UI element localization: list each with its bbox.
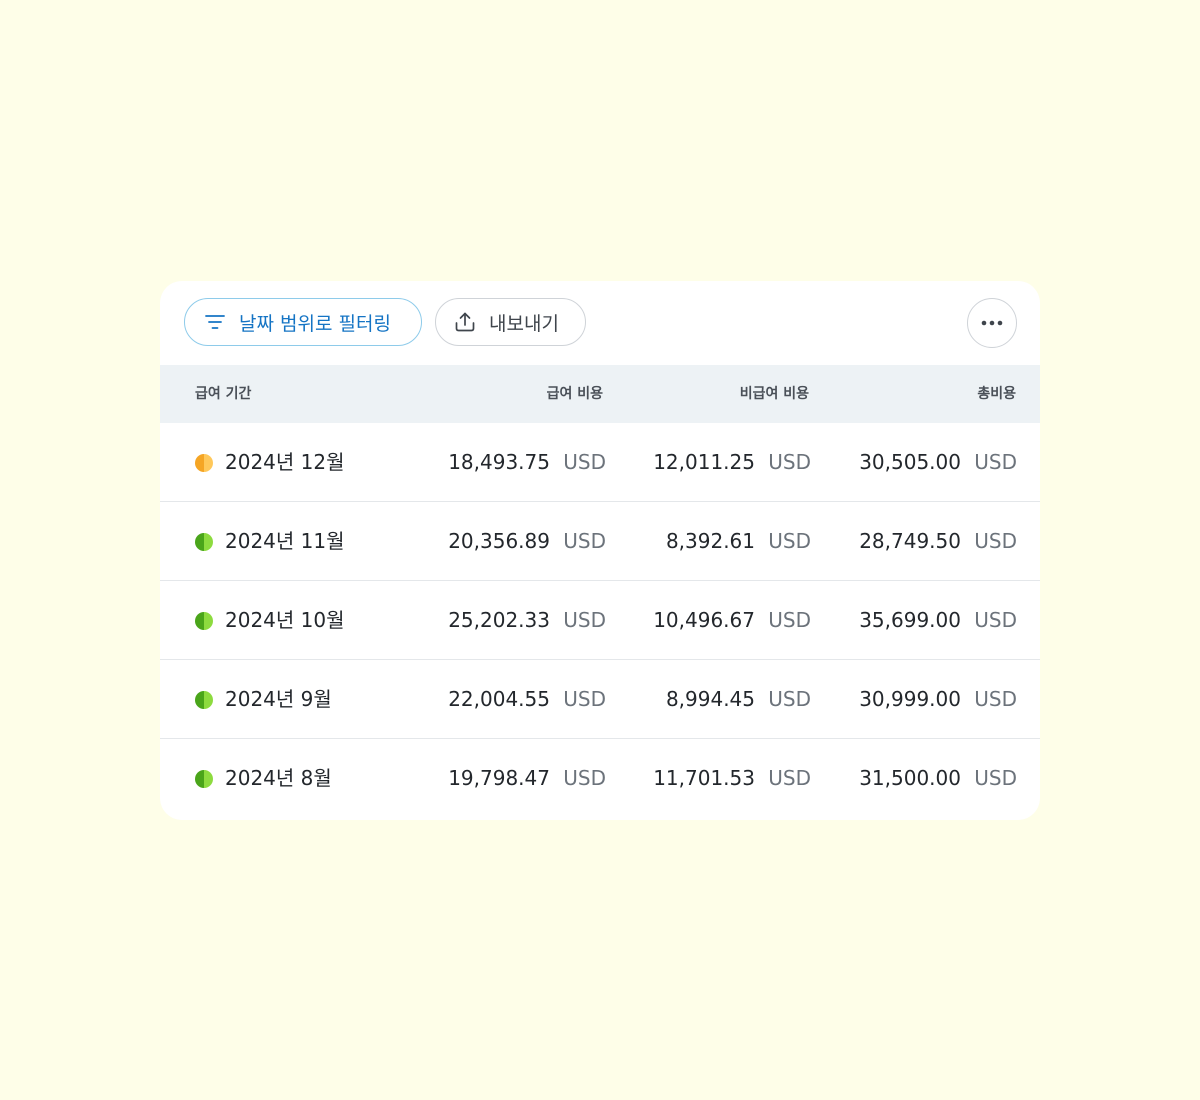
filter-icon: [203, 310, 227, 334]
status-dot-left: [195, 691, 204, 709]
currency-label: USD: [768, 529, 811, 553]
status-dot-left: [195, 454, 204, 472]
status-dot-right: [204, 454, 213, 472]
status-dot-right: [204, 770, 213, 788]
pay-cost-value: 18,493.75: [448, 450, 550, 474]
status-complete-icon: [195, 691, 213, 709]
table-row[interactable]: 2024년 12월 18,493.75 USD 12,011.25 USD 30…: [160, 423, 1040, 502]
table-row[interactable]: 2024년 11월 20,356.89 USD 8,392.61 USD 28,…: [160, 502, 1040, 581]
status-dot-right: [204, 612, 213, 630]
pay-period: 2024년 10월: [225, 608, 345, 632]
non-pay-cost-value: 8,392.61: [665, 529, 755, 553]
pay-cost-value: 19,798.47: [448, 766, 550, 790]
pay-cost-value: 20,356.89: [448, 529, 550, 553]
table-header: 급여 기간 급여 비용 비급여 비용 총비용: [160, 365, 1040, 423]
currency-label: USD: [563, 687, 606, 711]
table-row[interactable]: 2024년 9월 22,004.55 USD 8,994.45 USD 30,9…: [160, 660, 1040, 739]
column-header-non-pay-cost[interactable]: 비급여 비용: [740, 365, 809, 423]
filter-button-label: 날짜 범위로 필터링: [239, 312, 391, 335]
total-cost-value: 31,500.00: [859, 766, 961, 790]
currency-label: USD: [974, 608, 1017, 632]
currency-label: USD: [974, 766, 1017, 790]
non-pay-cost-value: 8,994.45: [665, 687, 755, 711]
column-header-pay-cost[interactable]: 급여 비용: [547, 365, 603, 423]
currency-label: USD: [563, 766, 606, 790]
pay-period: 2024년 8월: [225, 766, 332, 790]
more-horizontal-icon: [981, 320, 1003, 326]
non-pay-cost-value: 11,701.53: [653, 766, 755, 790]
status-dot-left: [195, 612, 204, 630]
non-pay-cost-value: 10,496.67: [653, 608, 755, 632]
status-pending-icon: [195, 454, 213, 472]
currency-label: USD: [768, 450, 811, 474]
currency-label: USD: [563, 529, 606, 553]
upload-icon: [453, 310, 477, 334]
filter-by-date-range-button[interactable]: 날짜 범위로 필터링: [184, 298, 422, 346]
status-dot-left: [195, 770, 204, 788]
column-header-total-cost[interactable]: 총비용: [977, 365, 1016, 423]
currency-label: USD: [563, 608, 606, 632]
status-dot-left: [195, 533, 204, 551]
currency-label: USD: [974, 529, 1017, 553]
currency-label: USD: [768, 608, 811, 632]
status-complete-icon: [195, 533, 213, 551]
pay-cost-value: 25,202.33: [448, 608, 550, 632]
currency-label: USD: [768, 687, 811, 711]
total-cost-value: 35,699.00: [859, 608, 961, 632]
status-dot-right: [204, 691, 213, 709]
status-complete-icon: [195, 770, 213, 788]
total-cost-value: 30,999.00: [859, 687, 961, 711]
currency-label: USD: [974, 687, 1017, 711]
export-button-label: 내보내기: [489, 312, 559, 335]
table-row[interactable]: 2024년 10월 25,202.33 USD 10,496.67 USD 35…: [160, 581, 1040, 660]
payroll-card: 날짜 범위로 필터링 내보내기 급여 기간 급여 비용 비급여 비용 총비용 2…: [160, 281, 1040, 820]
pay-period: 2024년 12월: [225, 450, 345, 474]
pay-cost-value: 22,004.55: [448, 687, 550, 711]
currency-label: USD: [563, 450, 606, 474]
more-options-button[interactable]: [967, 298, 1017, 348]
pay-period: 2024년 11월: [225, 529, 345, 553]
non-pay-cost-value: 12,011.25: [653, 450, 755, 474]
currency-label: USD: [974, 450, 1017, 474]
status-complete-icon: [195, 612, 213, 630]
column-header-pay-period[interactable]: 급여 기간: [195, 365, 251, 423]
export-button[interactable]: 내보내기: [435, 298, 586, 346]
currency-label: USD: [768, 766, 811, 790]
total-cost-value: 28,749.50: [859, 529, 961, 553]
total-cost-value: 30,505.00: [859, 450, 961, 474]
pay-period: 2024년 9월: [225, 687, 332, 711]
table-row[interactable]: 2024년 8월 19,798.47 USD 11,701.53 USD 31,…: [160, 739, 1040, 818]
status-dot-right: [204, 533, 213, 551]
toolbar: 날짜 범위로 필터링 내보내기: [160, 281, 1040, 365]
